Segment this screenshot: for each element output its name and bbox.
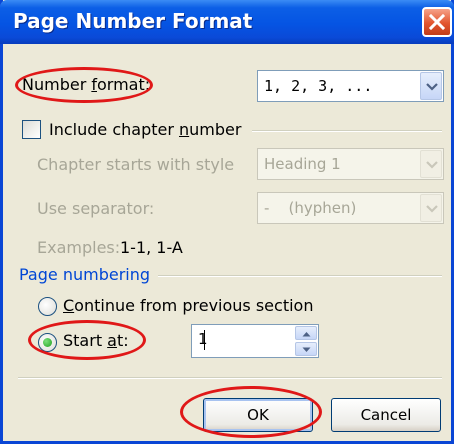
chevron-up-icon [302,332,311,337]
chapter-group-divider [252,130,442,132]
chapter-style-dropdown-button[interactable] [420,150,442,178]
annotation-circle-number-format [15,67,153,103]
chevron-down-icon [426,161,438,169]
separator-dropdown-button[interactable] [420,194,442,222]
dialog-title: Page Number Format [13,9,253,33]
chevron-down-icon [426,83,438,91]
use-separator-label: Use separator: [37,199,155,218]
start-at-spinner[interactable]: 1 [191,324,319,358]
text-caret [204,330,205,350]
examples-value: 1-1, 1-A [120,238,183,257]
include-chapter-number-checkbox[interactable] [22,120,41,139]
number-format-dropdown-button[interactable] [420,72,442,100]
page-numbering-divider [158,275,442,277]
chapter-style-select[interactable]: Heading 1 [257,148,444,180]
annotation-circle-ok [180,386,322,438]
number-format-select[interactable]: 1, 2, 3, ... [257,70,444,102]
examples-label: Examples: [37,238,121,257]
close-icon [429,14,445,30]
continue-from-previous-radio[interactable] [38,297,57,316]
title-bar[interactable]: Page Number Format [0,0,454,44]
annotation-circle-start-at [28,320,146,360]
cancel-button[interactable]: Cancel [331,398,441,432]
footer-divider [18,377,442,379]
chevron-down-icon [426,205,438,213]
close-button[interactable] [422,7,452,37]
chevron-down-icon [302,347,311,352]
include-chapter-number-label[interactable]: Include chapter number [49,120,241,139]
page-numbering-heading: Page numbering [19,265,151,284]
separator-select[interactable]: - (hyphen) [257,192,444,224]
spinner-buttons [295,326,317,356]
spinner-down-button[interactable] [295,342,317,356]
spinner-up-button[interactable] [295,326,317,340]
continue-from-previous-label[interactable]: Continue from previous section [63,296,313,315]
chapter-style-label: Chapter starts with style [37,155,235,174]
